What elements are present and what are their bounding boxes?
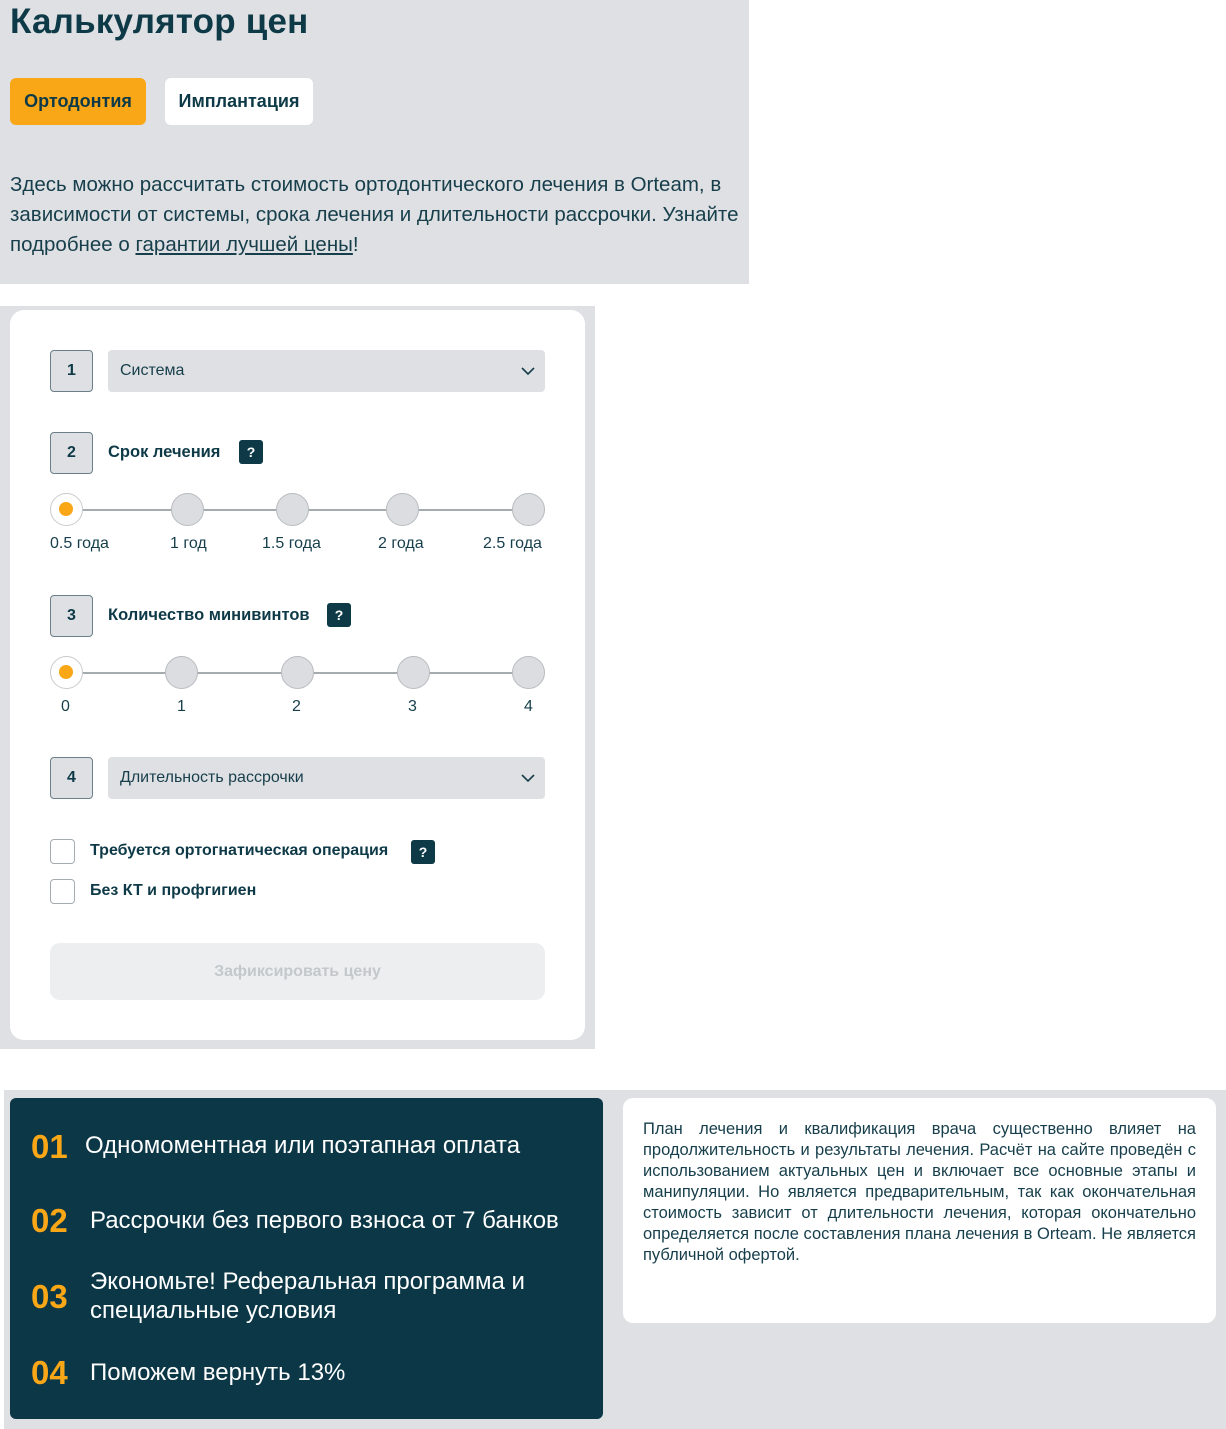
benefit-number: 03: [31, 1278, 68, 1315]
benefit-number: 01: [31, 1128, 68, 1165]
miniscrews-option-label: 4: [524, 698, 533, 715]
installment-duration-select[interactable]: Длительность рассрочки: [108, 757, 545, 799]
step-number-4: 4: [50, 757, 93, 799]
duration-option-label: 0.5 года: [50, 535, 109, 552]
fix-price-button[interactable]: Зафиксировать цену: [50, 943, 545, 1000]
slider-option-1[interactable]: [171, 493, 204, 526]
duration-option-label: 2.5 года: [483, 535, 542, 552]
benefit-text: Рассрочки без первого взноса от 7 банков: [90, 1207, 559, 1234]
slider-option-3[interactable]: [386, 493, 419, 526]
system-select[interactable]: Система: [108, 350, 545, 392]
installment-duration-value: Длительность рассрочки: [120, 769, 304, 786]
duration-option-label: 1.5 года: [262, 535, 321, 552]
help-icon[interactable]: ?: [239, 440, 263, 464]
best-price-guarantee-link[interactable]: гарантии лучшей цены: [135, 233, 352, 256]
benefits-panel: 01 Одномоментная или поэтапная оплата 02…: [10, 1098, 603, 1419]
no-ct-hygiene-checkbox[interactable]: [50, 879, 75, 904]
step-number-1: 1: [50, 350, 93, 392]
intro-text-body: Здесь можно рассчитать стоимость ортодон…: [10, 173, 739, 256]
slider-option-0[interactable]: [50, 656, 83, 689]
miniscrews-slider[interactable]: [50, 656, 546, 690]
slider-option-0[interactable]: [50, 493, 83, 526]
miniscrews-option-label: 2: [292, 698, 301, 715]
benefit-number: 04: [31, 1354, 68, 1391]
slider-option-2[interactable]: [276, 493, 309, 526]
benefit-text: Экономьте! Реферальная программа и специ…: [90, 1268, 525, 1324]
step-number-3: 3: [50, 595, 93, 637]
page-title: Калькулятор цен: [10, 2, 309, 41]
treatment-duration-label: Срок лечения: [108, 443, 221, 461]
benefit-text: Одномоментная или поэтапная оплата: [85, 1132, 521, 1159]
help-icon[interactable]: ?: [411, 840, 435, 864]
intro-text: Здесь можно рассчитать стоимость ортодон…: [10, 170, 750, 260]
orthognathic-surgery-label: Требуется ортогнатическая операция: [90, 842, 389, 859]
miniscrews-option-label: 3: [408, 698, 417, 715]
slider-option-2[interactable]: [281, 656, 314, 689]
disclaimer-card: План лечения и квалификация врача сущест…: [623, 1098, 1216, 1323]
slider-option-4[interactable]: [512, 656, 545, 689]
slider-option-3[interactable]: [397, 656, 430, 689]
miniscrews-option-label: 1: [177, 698, 186, 715]
chevron-down-icon: [521, 367, 535, 376]
system-select-value: Система: [120, 362, 185, 379]
benefit-number: 02: [31, 1202, 68, 1239]
miniscrews-count-label: Количество минивинтов: [108, 606, 310, 624]
no-ct-hygiene-label: Без КТ и профгигиен: [90, 882, 257, 899]
treatment-duration-slider[interactable]: [50, 493, 546, 527]
disclaimer-text: План лечения и квалификация врача сущест…: [643, 1120, 1196, 1264]
help-icon[interactable]: ?: [327, 603, 351, 627]
intro-text-end: !: [352, 233, 359, 256]
duration-option-label: 1 год: [170, 535, 207, 552]
benefit-text: Поможем вернуть 13%: [90, 1359, 346, 1386]
chevron-down-icon: [521, 774, 535, 783]
step-number-2: 2: [50, 432, 93, 474]
miniscrews-option-label: 0: [61, 698, 70, 715]
duration-option-label: 2 года: [378, 535, 424, 552]
slider-option-1[interactable]: [165, 656, 198, 689]
slider-option-4[interactable]: [512, 493, 545, 526]
tab-implantation[interactable]: Имплантация: [165, 78, 313, 125]
calculator-header: Калькулятор цен Ортодонтия Имплантация З…: [0, 0, 749, 284]
orthognathic-surgery-checkbox[interactable]: [50, 839, 75, 864]
tab-orthodontics[interactable]: Ортодонтия: [10, 78, 146, 125]
